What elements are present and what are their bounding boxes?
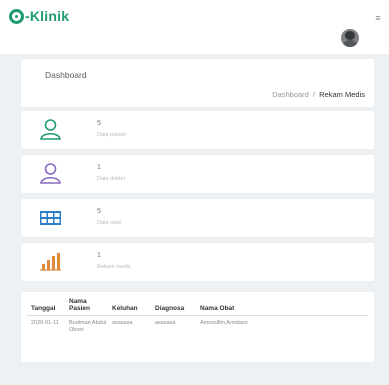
user-icon xyxy=(40,163,61,184)
stat-value: 5 xyxy=(97,120,101,127)
cell-nama-pasien: Budiman Abdul Oboni xyxy=(69,320,106,333)
breadcrumb-item-rekam-medis: Rekam Medis xyxy=(319,90,365,99)
table-icon xyxy=(40,211,61,225)
column-header-keluhan: Keluhan xyxy=(108,296,151,316)
rekam-medis-table-card: Tanggal Nama Pasien Keluhan Diagnosa Nam… xyxy=(21,292,374,362)
cell-nama-obat: Amoxsillin,Amidazo xyxy=(200,320,248,326)
column-header-nama-pasien: Nama Pasien xyxy=(65,296,108,316)
brand-name: -Klinik xyxy=(25,8,70,24)
breadcrumb-separator: / xyxy=(312,90,316,99)
stat-card-dokter[interactable]: 1 Data dokter xyxy=(21,155,374,193)
stat-label: Data dokter xyxy=(97,176,126,182)
column-header-tanggal: Tanggal xyxy=(27,296,65,316)
cell-tanggal: 2020-01-11 xyxy=(31,320,59,326)
stat-label: Data pasien xyxy=(97,132,127,138)
column-header-nama-obat: Nama Obat xyxy=(196,296,368,316)
cell-keluhan: asasasa xyxy=(112,320,133,326)
user-icon xyxy=(40,119,61,140)
stat-card-pasien[interactable]: 5 Data pasien xyxy=(21,111,374,149)
brand-logo[interactable]: -Klinik xyxy=(9,8,69,24)
top-bar: -Klinik ≡ xyxy=(0,0,389,54)
stat-card-obat[interactable]: 5 Data obat xyxy=(21,199,374,237)
hamburger-icon[interactable]: ≡ xyxy=(374,14,382,23)
rekam-medis-table: Tanggal Nama Pasien Keluhan Diagnosa Nam… xyxy=(27,296,368,336)
table-row[interactable]: 2020-01-11 Budiman Abdul Oboni asasasa a… xyxy=(27,316,368,336)
stat-value: 5 xyxy=(97,208,101,215)
stat-label: Data obat xyxy=(97,220,121,226)
stat-card-rekam-medis[interactable]: 1 Rekam medis xyxy=(21,243,374,281)
brand-mark-icon xyxy=(9,8,24,24)
bar-chart-icon xyxy=(40,253,61,271)
page-title: Dashboard xyxy=(45,70,87,80)
table-header-row: Tanggal Nama Pasien Keluhan Diagnosa Nam… xyxy=(27,296,368,316)
cell-diagnosa: asasasa xyxy=(155,320,176,326)
stat-value: 1 xyxy=(97,252,101,259)
avatar[interactable] xyxy=(341,29,359,47)
breadcrumb-item-dashboard[interactable]: Dashboard xyxy=(272,90,309,99)
breadcrumb: Dashboard / Rekam Medis xyxy=(272,90,365,99)
stat-value: 1 xyxy=(97,164,101,171)
stat-label: Rekam medis xyxy=(97,264,131,270)
column-header-diagnosa: Diagnosa xyxy=(151,296,196,316)
breadcrumb-card: Dashboard Dashboard / Rekam Medis xyxy=(21,59,374,107)
